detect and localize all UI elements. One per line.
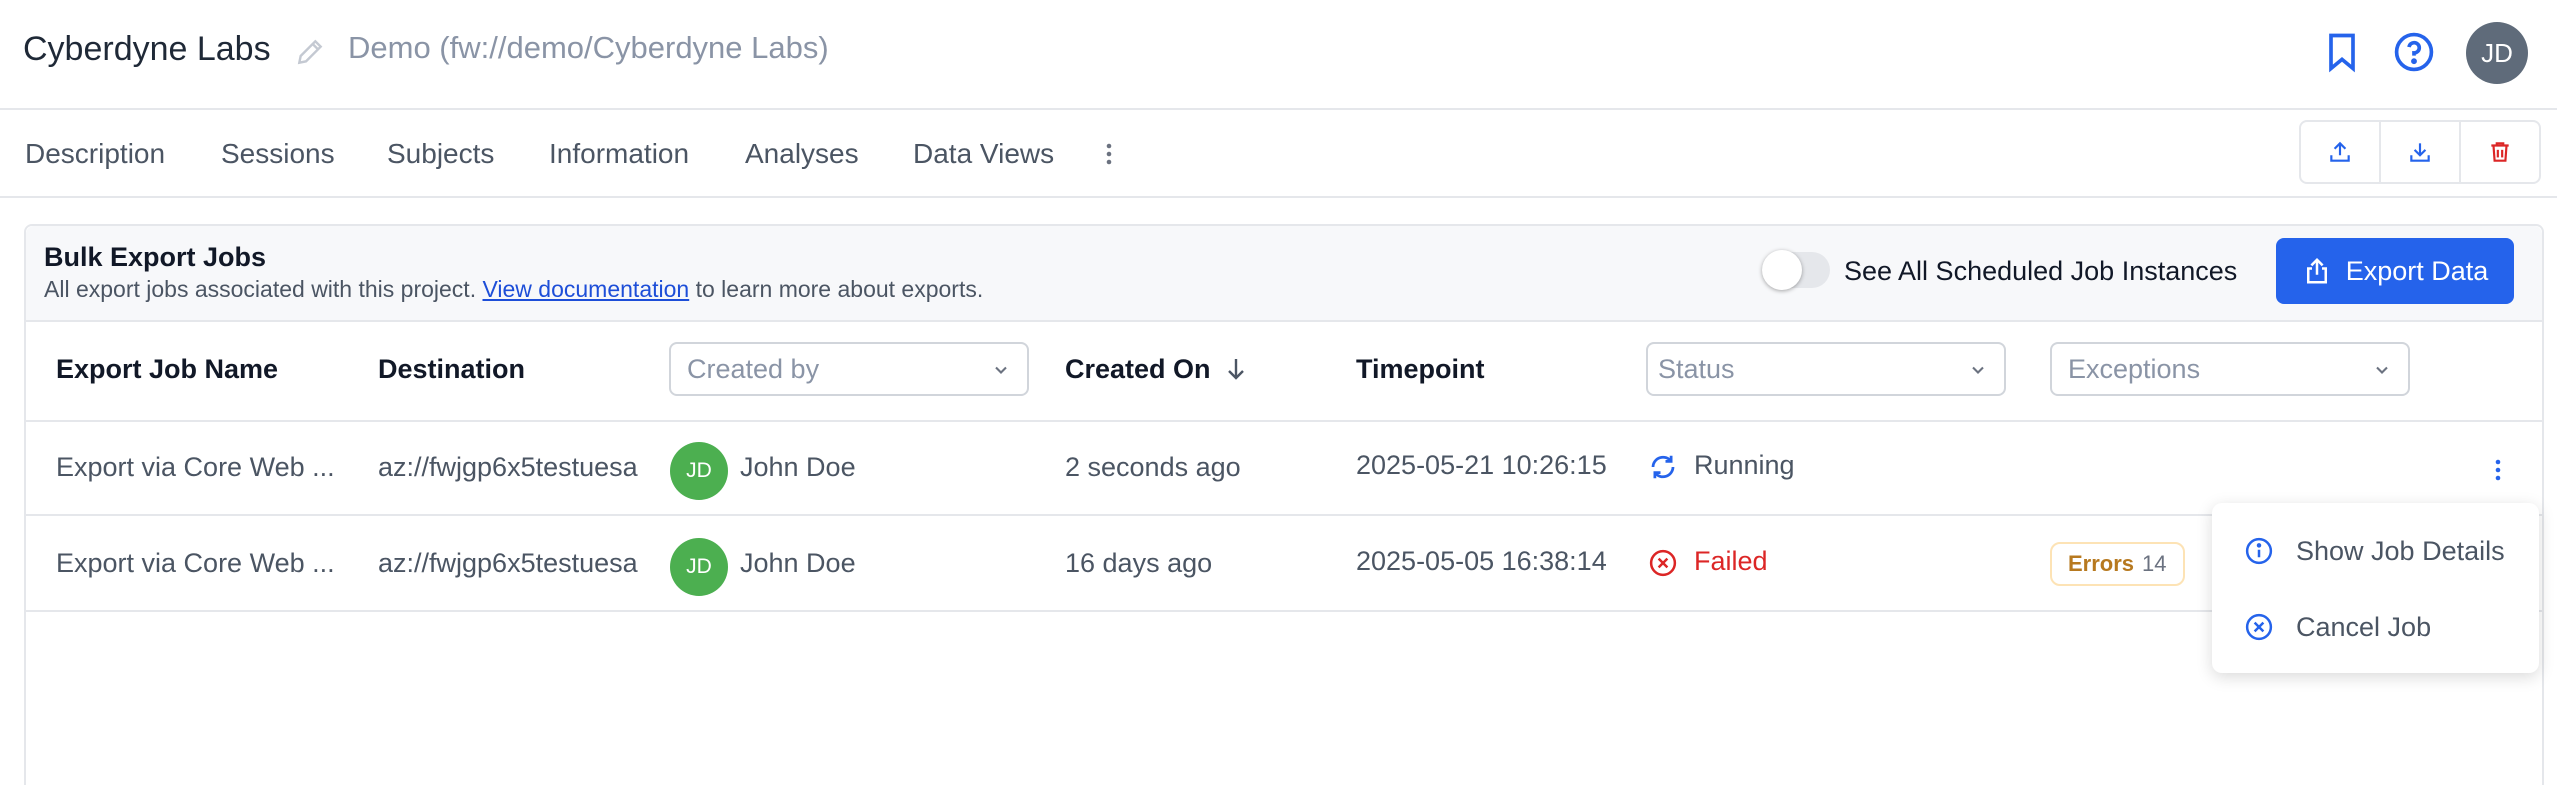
delete-button[interactable] <box>2461 122 2539 182</box>
tab-bar: Description Sessions Subjects Informatio… <box>0 110 2557 198</box>
column-header-timepoint: Timepoint <box>1356 354 1485 384</box>
menu-item-label: Cancel Job <box>2296 611 2432 642</box>
download-icon <box>2410 143 2430 162</box>
export-icon <box>2306 257 2327 284</box>
table-row[interactable]: Export via Core Web ... az://fwjgp6x5tes… <box>26 422 2542 516</box>
arrow-down-icon <box>1228 359 1244 380</box>
page-header: Cyberdyne Labs Demo (fw://demo/Cyberdyne… <box>0 0 2557 110</box>
status-filter[interactable]: Status <box>1646 342 2006 396</box>
toggle-knob <box>1762 250 1802 290</box>
bookmark-icon[interactable] <box>2320 30 2364 74</box>
bulk-export-panel: Bulk Export Jobs All export jobs associa… <box>24 224 2544 785</box>
status-placeholder: Status <box>1658 353 1735 384</box>
table-row[interactable]: Export via Core Web ... az://fwjgp6x5tes… <box>26 518 2542 612</box>
timepoint: 2025-05-21 10:26:15 <box>1356 450 1607 480</box>
created-on: 2 seconds ago <box>1065 452 1241 482</box>
creator-avatar: JD <box>670 442 728 500</box>
created-on-label: Created On <box>1065 354 1211 384</box>
creator-name: John Doe <box>740 452 856 482</box>
column-header-name: Export Job Name <box>56 354 279 384</box>
more-vertical-icon[interactable] <box>1097 138 1121 170</box>
errors-label: Errors <box>2068 551 2135 576</box>
panel-description: All export jobs associated with this pro… <box>44 276 983 303</box>
tab-analyses[interactable]: Analyses <box>745 138 859 170</box>
toolbar-actions <box>2299 120 2541 184</box>
job-destination: az://fwjgp6x5testuesa <box>378 548 638 578</box>
trash-icon <box>2491 142 2509 162</box>
panel-title: Bulk Export Jobs <box>44 242 267 272</box>
user-avatar[interactable]: JD <box>2466 22 2528 84</box>
project-title: Cyberdyne Labs <box>23 30 271 68</box>
download-button[interactable] <box>2381 122 2461 182</box>
info-icon <box>2245 537 2273 565</box>
upload-button[interactable] <box>2301 122 2381 182</box>
created-on: 16 days ago <box>1065 548 1213 578</box>
help-icon[interactable] <box>2392 30 2436 74</box>
timepoint: 2025-05-05 16:38:14 <box>1356 546 1607 576</box>
tab-information[interactable]: Information <box>549 138 689 170</box>
created-by-placeholder: Created by <box>687 353 820 384</box>
project-path: Demo (fw://demo/Cyberdyne Labs) <box>348 30 829 65</box>
export-data-button[interactable]: Export Data <box>2276 238 2514 304</box>
creator-name: John Doe <box>740 548 856 578</box>
pencil-icon[interactable] <box>294 36 326 68</box>
column-header-created-on[interactable]: Created On <box>1065 354 1248 385</box>
panel-desc-prefix: All export jobs associated with this pro… <box>44 276 477 302</box>
job-name[interactable]: Export via Core Web ... <box>56 452 335 483</box>
chevron-down-icon <box>2376 366 2388 374</box>
more-vertical-icon[interactable] <box>2486 454 2510 486</box>
errors-count: 14 <box>2142 551 2167 576</box>
view-documentation-link[interactable]: View documentation <box>482 276 689 302</box>
panel-desc-suffix: to learn more about exports. <box>695 276 984 302</box>
tab-description[interactable]: Description <box>25 138 165 170</box>
chevron-down-icon <box>1972 366 1984 374</box>
status-text: Running <box>1694 450 1795 480</box>
created-by-filter[interactable]: Created by <box>669 342 1029 396</box>
toggle-label: See All Scheduled Job Instances <box>1844 256 2238 286</box>
exceptions-filter[interactable]: Exceptions <box>2050 342 2410 396</box>
job-name[interactable]: Export via Core Web ... <box>56 548 335 579</box>
chevron-down-icon <box>995 366 1007 374</box>
creator-avatar: JD <box>670 538 728 596</box>
tab-subjects[interactable]: Subjects <box>387 138 494 170</box>
export-data-label: Export Data <box>2345 255 2489 286</box>
menu-item-label: Show Job Details <box>2296 535 2505 566</box>
x-circle-icon <box>2245 613 2273 641</box>
tab-sessions[interactable]: Sessions <box>221 138 335 170</box>
exceptions-placeholder: Exceptions <box>2068 353 2201 384</box>
panel-header: Bulk Export Jobs All export jobs associa… <box>26 226 2542 322</box>
tab-data-views[interactable]: Data Views <box>913 138 1054 170</box>
errors-badge[interactable]: Errors 14 <box>2050 542 2185 586</box>
x-circle-icon <box>1649 549 1677 577</box>
menu-item-cancel-job[interactable]: Cancel Job <box>2212 597 2539 657</box>
column-header-destination: Destination <box>378 354 526 384</box>
refresh-icon <box>1651 455 1675 479</box>
scheduled-jobs-toggle[interactable] <box>1762 250 1830 290</box>
row-context-menu: Show Job Details Cancel Job <box>2212 503 2539 673</box>
menu-item-show-job-details[interactable]: Show Job Details <box>2212 521 2539 581</box>
status-text: Failed <box>1694 546 1768 576</box>
job-destination: az://fwjgp6x5testuesa <box>378 452 638 482</box>
upload-icon <box>2330 141 2350 162</box>
